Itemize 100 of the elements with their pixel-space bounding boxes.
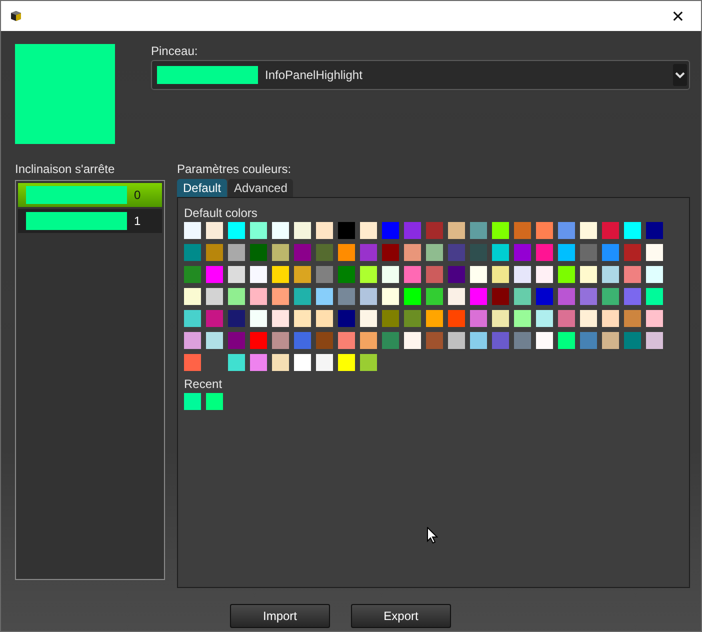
color-swatch[interactable] <box>558 288 575 305</box>
color-swatch[interactable] <box>536 310 553 327</box>
stop-item[interactable]: 0 <box>18 183 162 207</box>
color-swatch[interactable] <box>470 288 487 305</box>
color-swatch[interactable] <box>338 310 355 327</box>
color-swatch[interactable] <box>272 266 289 283</box>
close-button[interactable]: ✕ <box>655 1 701 31</box>
color-swatch[interactable] <box>272 244 289 261</box>
color-swatch[interactable] <box>492 244 509 261</box>
color-swatch[interactable] <box>646 222 663 239</box>
color-swatch[interactable] <box>294 310 311 327</box>
color-swatch[interactable] <box>228 332 245 349</box>
color-swatch[interactable] <box>316 332 333 349</box>
color-swatch[interactable] <box>514 244 531 261</box>
color-swatch[interactable] <box>580 288 597 305</box>
color-swatch[interactable] <box>272 332 289 349</box>
dialog-button[interactable]: Export <box>351 604 451 628</box>
color-swatch[interactable] <box>448 332 465 349</box>
color-swatch[interactable] <box>470 332 487 349</box>
color-swatch[interactable] <box>184 288 201 305</box>
color-swatch[interactable] <box>514 288 531 305</box>
color-swatch[interactable] <box>602 266 619 283</box>
color-swatch[interactable] <box>404 222 421 239</box>
color-swatch[interactable] <box>646 310 663 327</box>
color-swatch[interactable] <box>360 222 377 239</box>
color-swatch[interactable] <box>580 266 597 283</box>
color-swatch[interactable] <box>624 244 641 261</box>
color-swatch[interactable] <box>382 310 399 327</box>
color-swatch[interactable] <box>646 244 663 261</box>
color-swatch[interactable] <box>228 222 245 239</box>
color-swatch[interactable] <box>228 354 245 371</box>
color-swatch[interactable] <box>184 310 201 327</box>
color-swatch[interactable] <box>294 266 311 283</box>
color-swatch[interactable] <box>360 354 377 371</box>
color-swatch[interactable] <box>536 266 553 283</box>
color-swatch[interactable] <box>228 266 245 283</box>
stop-item[interactable]: 1 <box>18 209 162 233</box>
color-swatch[interactable] <box>250 222 267 239</box>
color-swatch[interactable] <box>294 244 311 261</box>
color-swatch[interactable] <box>184 393 201 410</box>
color-swatch[interactable] <box>360 266 377 283</box>
color-swatch[interactable] <box>294 354 311 371</box>
color-swatch[interactable] <box>360 244 377 261</box>
color-swatch[interactable] <box>492 222 509 239</box>
color-swatch[interactable] <box>492 310 509 327</box>
color-swatch[interactable] <box>206 288 223 305</box>
color-swatch[interactable] <box>646 332 663 349</box>
color-swatch[interactable] <box>404 310 421 327</box>
color-swatch[interactable] <box>448 310 465 327</box>
color-swatch[interactable] <box>558 266 575 283</box>
color-swatch[interactable] <box>448 266 465 283</box>
tab[interactable]: Advanced <box>228 179 294 197</box>
color-swatch[interactable] <box>184 354 201 371</box>
color-swatch[interactable] <box>360 332 377 349</box>
color-swatch[interactable] <box>426 244 443 261</box>
color-swatch[interactable] <box>382 266 399 283</box>
color-swatch[interactable] <box>426 288 443 305</box>
color-swatch[interactable] <box>338 222 355 239</box>
color-swatch[interactable] <box>646 288 663 305</box>
color-swatch[interactable] <box>492 332 509 349</box>
color-swatch[interactable] <box>338 288 355 305</box>
color-swatch[interactable] <box>448 244 465 261</box>
color-swatch[interactable] <box>206 332 223 349</box>
color-swatch[interactable] <box>492 266 509 283</box>
color-swatch[interactable] <box>272 222 289 239</box>
color-swatch[interactable] <box>448 288 465 305</box>
color-swatch[interactable] <box>404 288 421 305</box>
color-swatch[interactable] <box>580 244 597 261</box>
color-swatch[interactable] <box>514 310 531 327</box>
color-swatch[interactable] <box>338 332 355 349</box>
color-swatch[interactable] <box>470 310 487 327</box>
color-swatch[interactable] <box>206 244 223 261</box>
color-swatch[interactable] <box>294 332 311 349</box>
color-swatch[interactable] <box>206 310 223 327</box>
color-swatch[interactable] <box>272 354 289 371</box>
color-swatch[interactable] <box>228 310 245 327</box>
color-swatch[interactable] <box>624 266 641 283</box>
chevron-down-icon[interactable] <box>673 64 687 86</box>
color-swatch[interactable] <box>602 244 619 261</box>
color-swatch[interactable] <box>536 244 553 261</box>
color-swatch[interactable] <box>294 288 311 305</box>
color-swatch[interactable] <box>338 244 355 261</box>
color-swatch[interactable] <box>536 332 553 349</box>
brush-dropdown[interactable]: InfoPanelHighlight <box>151 60 690 90</box>
color-swatch[interactable] <box>338 266 355 283</box>
color-swatch[interactable] <box>228 244 245 261</box>
color-swatch[interactable] <box>316 310 333 327</box>
color-swatch[interactable] <box>338 354 355 371</box>
color-swatch[interactable] <box>272 310 289 327</box>
color-swatch[interactable] <box>316 266 333 283</box>
color-swatch[interactable] <box>580 222 597 239</box>
color-swatch[interactable] <box>206 222 223 239</box>
color-swatch[interactable] <box>580 310 597 327</box>
color-swatch[interactable] <box>624 222 641 239</box>
color-swatch[interactable] <box>250 288 267 305</box>
color-swatch[interactable] <box>492 288 509 305</box>
color-swatch[interactable] <box>404 332 421 349</box>
color-swatch[interactable] <box>536 222 553 239</box>
color-swatch[interactable] <box>294 222 311 239</box>
color-swatch[interactable] <box>514 266 531 283</box>
